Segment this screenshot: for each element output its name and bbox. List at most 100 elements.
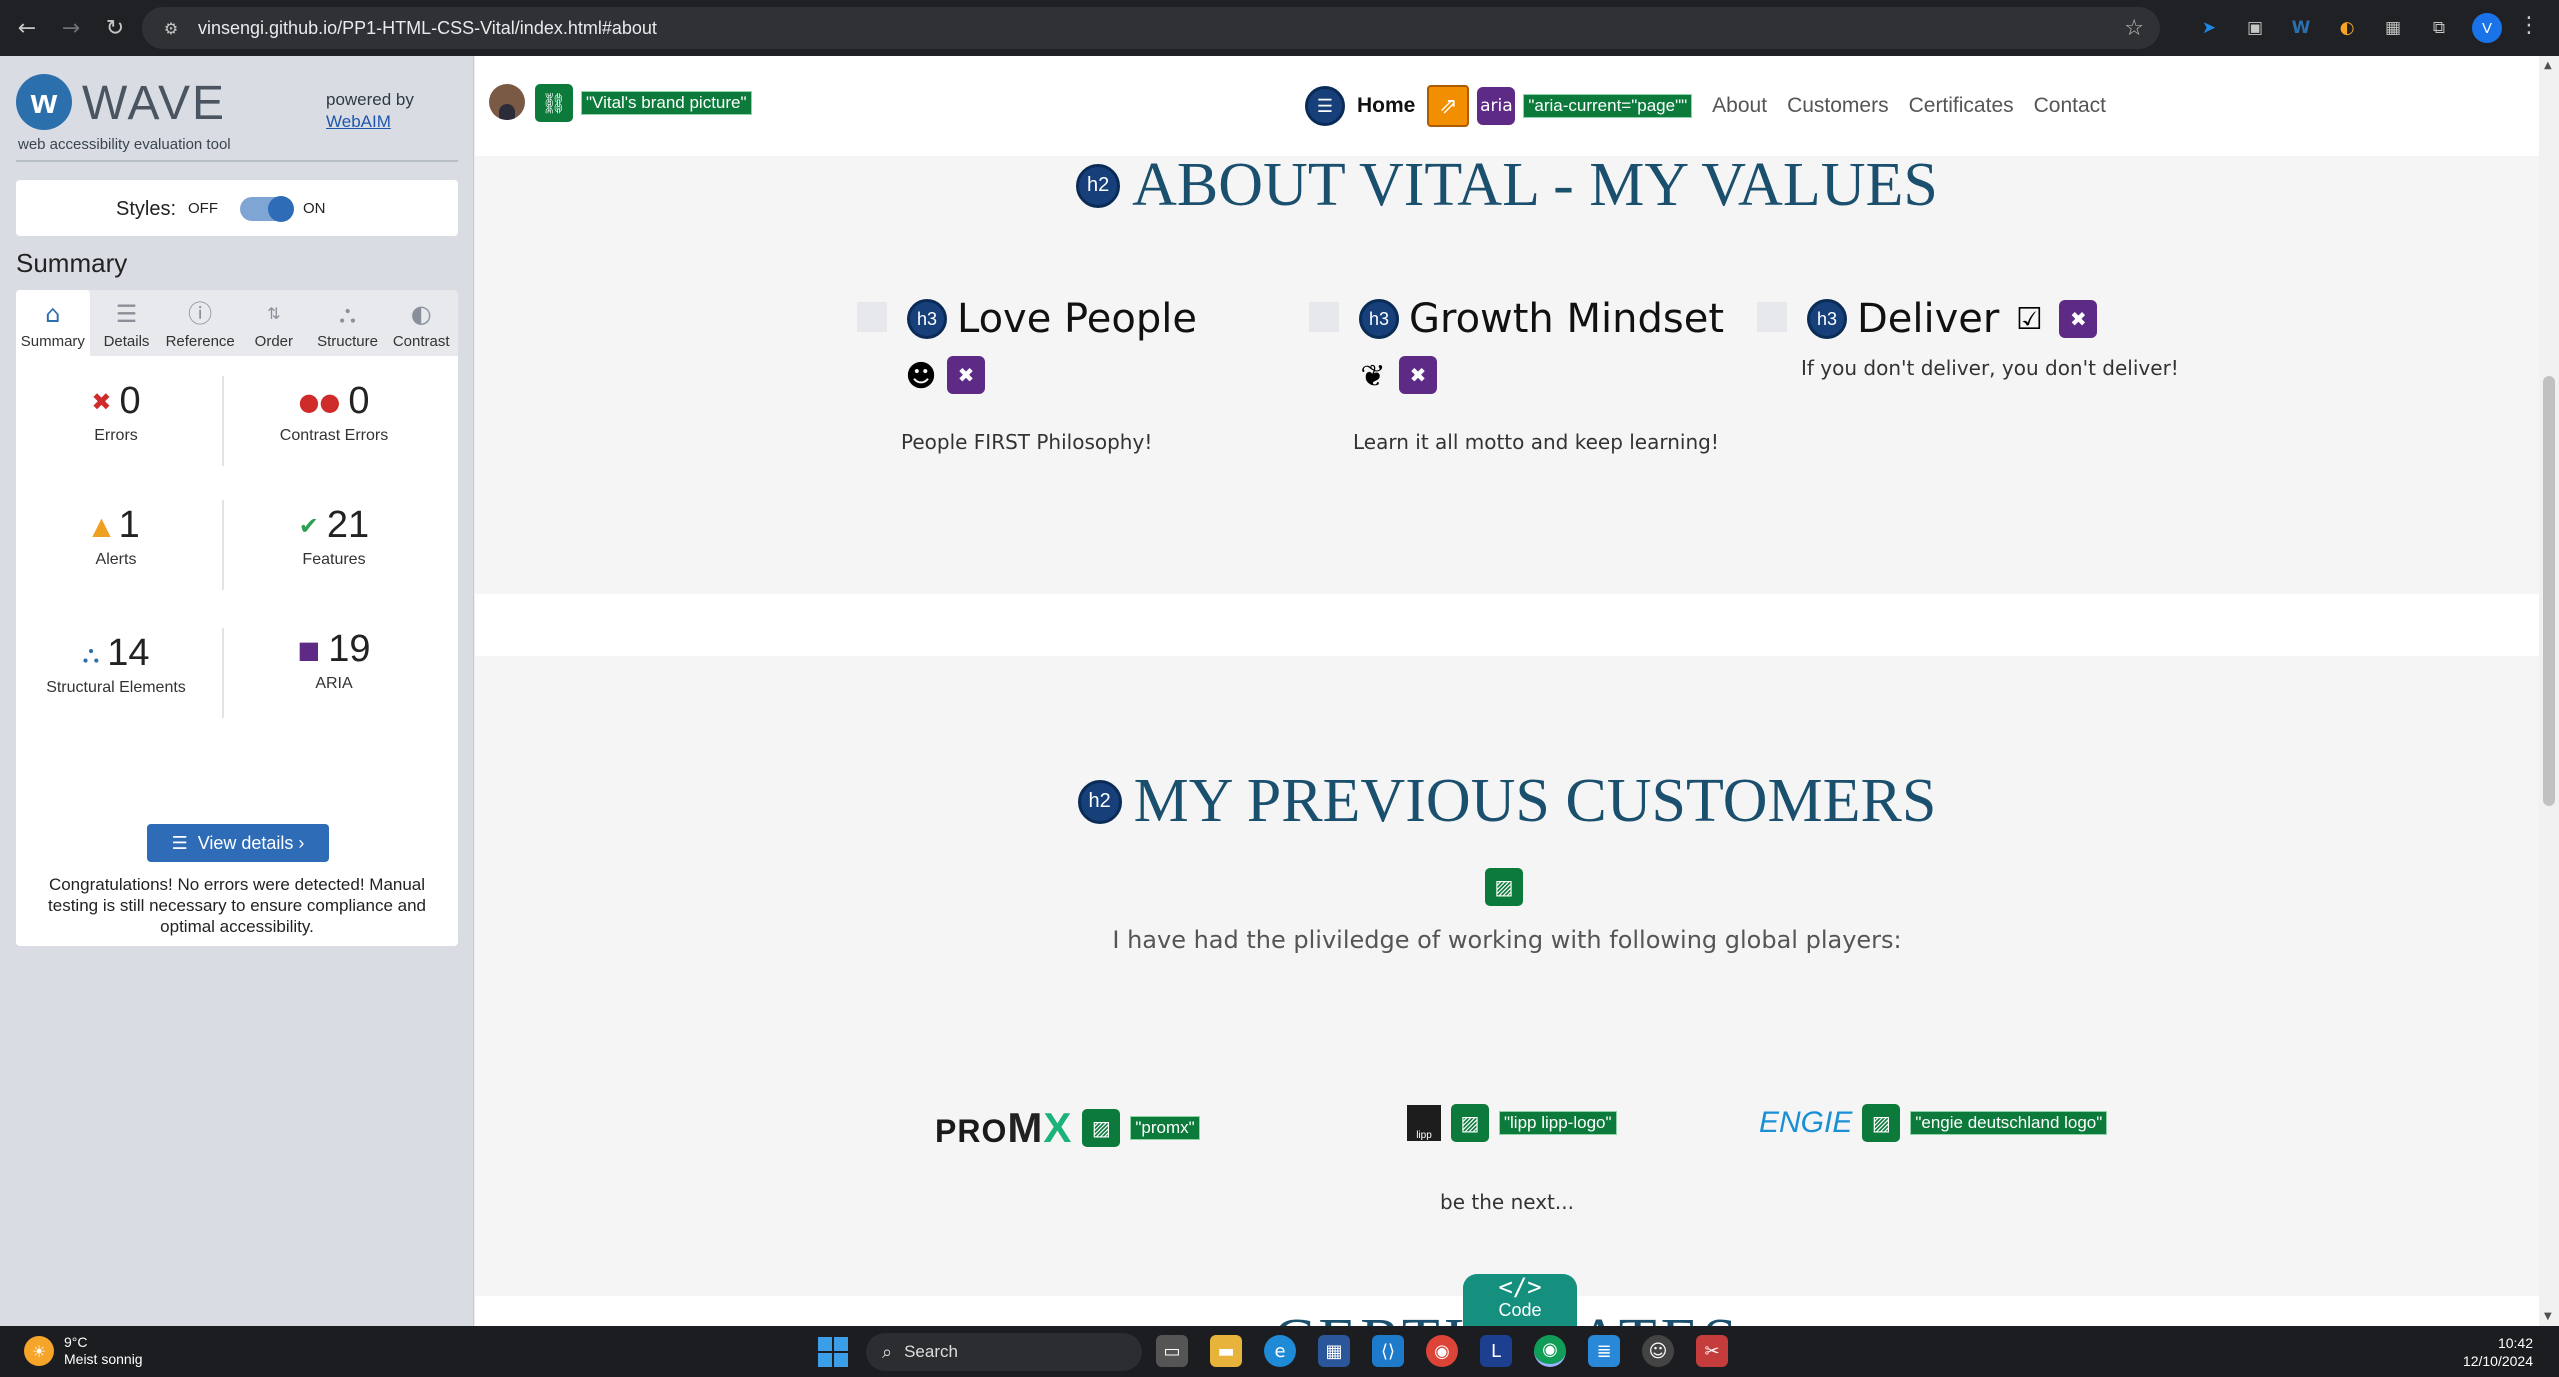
reload-icon[interactable]: ↻	[98, 11, 132, 45]
browser-menu-icon[interactable]: ⋮	[2518, 13, 2540, 38]
forward-icon[interactable]: →	[54, 11, 88, 45]
tab-order[interactable]: ⇅ Order	[237, 290, 311, 356]
alerts-stat[interactable]: ▲ 1 Alerts	[16, 504, 216, 569]
extensions-puzzle-icon[interactable]: ⧉	[2424, 13, 2454, 43]
aria-icon: ■	[297, 635, 321, 664]
taskbar-search[interactable]: ⌕ Search	[866, 1333, 1142, 1371]
bookmark-star-icon[interactable]: ☆	[2124, 16, 2144, 41]
tab-reference[interactable]: ⓘ Reference	[163, 290, 237, 356]
weather-widget[interactable]: ☀ 9°C Meist sonnig	[24, 1334, 143, 1368]
contrast-errors-stat[interactable]: ●● 0 Contrast Errors	[234, 380, 434, 445]
image-alt-icon[interactable]: ▨	[1862, 1104, 1901, 1142]
tab-label: Details	[103, 333, 150, 350]
task-view-icon[interactable]: ▭	[1156, 1335, 1188, 1367]
errors-label: Errors	[94, 427, 138, 444]
aria-stat[interactable]: ■ 19 ARIA	[234, 628, 434, 693]
chrome-profile-icon[interactable]: ◉	[1534, 1335, 1566, 1367]
nav-about[interactable]: About	[1712, 94, 1767, 118]
app-l-icon[interactable]: L	[1480, 1335, 1512, 1367]
list-structure-icon[interactable]: ☰	[1305, 86, 1345, 126]
value-desc: Learn it all motto and keep learning!	[1353, 430, 1719, 454]
aria-hidden-icon[interactable]: ✖	[1399, 356, 1437, 394]
features-stat[interactable]: ✔ 21 Features	[234, 504, 434, 569]
file-explorer-icon[interactable]: ▬	[1210, 1335, 1242, 1367]
image-alt-icon[interactable]: ▨	[1082, 1109, 1121, 1147]
customer-logo: PROMX ▨ "promx"	[935, 1104, 1200, 1152]
errors-stat[interactable]: ✖ 0 Errors	[16, 380, 216, 445]
features-count: 21	[326, 504, 370, 546]
profile-avatar[interactable]: V	[2472, 13, 2502, 43]
wave-extension-icon[interactable]: W	[2286, 13, 2316, 43]
styles-toggle[interactable]	[240, 196, 294, 222]
view-details-button[interactable]: ☰ View details ›	[147, 824, 329, 862]
scroll-up-icon[interactable]: ▲	[2544, 60, 2552, 71]
structural-count: 14	[107, 632, 150, 674]
empty-image-placeholder	[1309, 302, 1339, 332]
contrast-icon: ◐	[410, 300, 432, 328]
scrollbar-thumb[interactable]	[2543, 376, 2555, 806]
site-info-icon[interactable]: ⚙	[158, 15, 184, 41]
aria-label: ARIA	[315, 675, 353, 692]
view-details-label: View details ›	[197, 832, 305, 853]
tab-details[interactable]: ☰ Details	[90, 290, 164, 356]
edge-icon[interactable]: e	[1264, 1335, 1296, 1367]
congrats-message: Congratulations! No errors were detected…	[48, 875, 426, 936]
error-icon: ✖	[91, 387, 112, 416]
customers-title-row: h2 MY PREVIOUS CUSTOMERS	[475, 766, 2539, 837]
date: 12/10/2024	[2462, 1353, 2533, 1369]
powered-by-label: powered by	[326, 90, 414, 109]
image-alt-icon[interactable]: ▨	[1451, 1104, 1489, 1142]
contrast-error-icon: ●●	[298, 387, 341, 416]
tab-contrast[interactable]: ◐ Contrast	[384, 290, 458, 356]
page-scrollbar[interactable]: ▲ ▼	[2539, 56, 2559, 1326]
site-navbar: ⛓ "Vital's brand picture" ☰ Home ⇗ aria …	[475, 56, 2539, 156]
structural-stat[interactable]: ⛬ 14 Structural Elements	[16, 632, 216, 697]
brand-avatar[interactable]	[489, 84, 525, 120]
emoji-app-icon[interactable]: ☺	[1642, 1335, 1674, 1367]
nav-home[interactable]: Home	[1357, 94, 1415, 118]
image-icon[interactable]: ▨	[1485, 868, 1523, 906]
nav-contact[interactable]: Contact	[2034, 94, 2106, 118]
h2-icon[interactable]: h2	[1076, 163, 1121, 208]
scroll-down-icon[interactable]: ▼	[2544, 1311, 2552, 1322]
aria-hidden-icon[interactable]: ✖	[2059, 300, 2098, 338]
customer-logo: lipp ▨ "lipp lipp-logo"	[1407, 1104, 1617, 1142]
search-label: Search	[904, 1342, 958, 1361]
code-button[interactable]: </> Code	[1463, 1274, 1577, 1326]
promx-logo: PROMX	[935, 1104, 1073, 1151]
tab-summary[interactable]: ⌂ Summary	[16, 290, 90, 356]
list-icon: ☰	[171, 832, 188, 854]
store-icon[interactable]: ▦	[1318, 1335, 1350, 1367]
back-icon[interactable]: ←	[10, 11, 44, 45]
snipping-tool-icon[interactable]: ✂	[1696, 1335, 1728, 1367]
extension-icon[interactable]: ▣	[2240, 13, 2270, 43]
customers-section: h2 MY PREVIOUS CUSTOMERS ▨ I have had th…	[475, 656, 2539, 1296]
aria-icon[interactable]: aria	[1477, 87, 1516, 125]
address-bar[interactable]: ⚙ vinsengi.github.io/PP1-HTML-CSS-Vital/…	[142, 7, 2160, 49]
values-title: ABOUT VITAL - MY VALUES	[1132, 151, 1938, 219]
nav-certificates[interactable]: Certificates	[1909, 94, 2014, 118]
taskbar-clock[interactable]: 10:42 12/10/2024	[2463, 1334, 2533, 1370]
notepad-icon[interactable]: ≣	[1588, 1335, 1620, 1367]
h3-icon[interactable]: h3	[1807, 299, 1847, 339]
tab-label: Summary	[20, 333, 85, 350]
h2-icon[interactable]: h2	[1077, 779, 1122, 824]
features-label: Features	[302, 551, 366, 568]
extension-icon[interactable]: ▦	[2378, 13, 2408, 43]
h3-icon[interactable]: h3	[907, 299, 947, 339]
structure-icon: ⛬	[339, 300, 356, 328]
wave-header: w WAVE web accessibility evaluation tool…	[0, 56, 474, 160]
aria-hidden-icon[interactable]: ✖	[947, 356, 985, 394]
tab-structure[interactable]: ⛬ Structure	[311, 290, 385, 356]
vscode-icon[interactable]: ⟨⟩	[1372, 1335, 1404, 1367]
start-button[interactable]	[818, 1337, 848, 1367]
redundant-link-alert-icon[interactable]: ⇗	[1427, 85, 1470, 127]
nav-customers[interactable]: Customers	[1787, 94, 1889, 118]
chrome-icon[interactable]: ◉	[1426, 1335, 1458, 1367]
values-title-row: h2 ABOUT VITAL - MY VALUES	[475, 150, 2539, 221]
linked-image-icon[interactable]: ⛓	[535, 84, 573, 122]
extension-icon[interactable]: ➤	[2194, 13, 2224, 43]
webaim-link[interactable]: WebAIM	[326, 112, 391, 132]
extension-icon[interactable]: ◐	[2332, 13, 2362, 43]
h3-icon[interactable]: h3	[1359, 299, 1399, 339]
